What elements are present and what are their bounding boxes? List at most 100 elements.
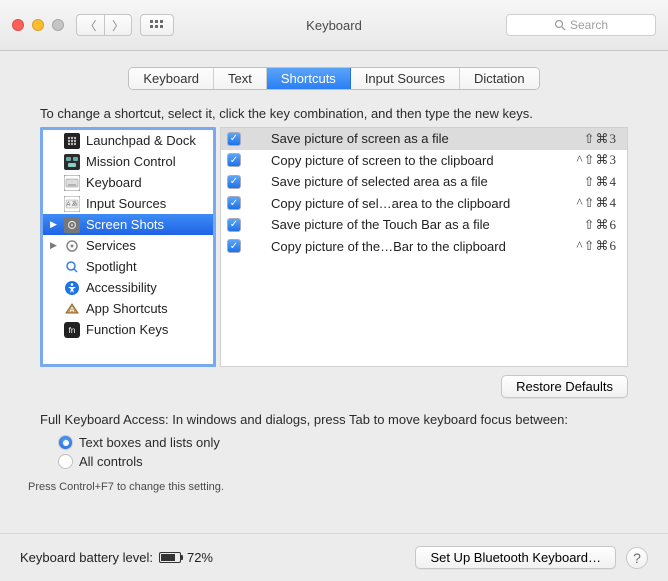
sidebar-item-launchpad-dock[interactable]: ▶ Launchpad & Dock	[43, 130, 213, 151]
shortcut-keys[interactable]: ^⇧⌘3	[577, 152, 618, 168]
sidebar-item-label: Spotlight	[86, 259, 137, 274]
tab-dictation[interactable]: Dictation	[460, 68, 539, 89]
enable-checkbox[interactable]: ✓	[227, 196, 241, 210]
disclosure-icon: ▶	[49, 135, 58, 146]
radio-label: All controls	[79, 454, 143, 469]
fkaccess-text: Full Keyboard Access: In windows and dia…	[40, 412, 628, 427]
shortcut-keys[interactable]: ^⇧⌘6	[577, 238, 618, 254]
shortcut-row[interactable]: ✓ Copy picture of sel…area to the clipboa…	[221, 193, 627, 215]
disclosure-icon: ▶	[49, 282, 58, 293]
tab-input-sources[interactable]: Input Sources	[351, 68, 460, 89]
mission-icon	[64, 154, 80, 170]
search-placeholder: Search	[570, 18, 608, 32]
fkaccess-option[interactable]: All controls	[58, 452, 628, 471]
restore-defaults-button[interactable]: Restore Defaults	[501, 375, 628, 398]
sidebar-item-services[interactable]: ▶ Services	[43, 235, 213, 256]
intro-text: To change a shortcut, select it, click t…	[0, 96, 668, 127]
disclosure-icon: ▶	[49, 156, 58, 167]
fkaccess-option[interactable]: Text boxes and lists only	[58, 433, 628, 452]
access-icon	[64, 280, 80, 296]
shortcut-keys[interactable]: ⇧⌘4	[584, 174, 617, 190]
sidebar-item-keyboard[interactable]: ▶ Keyboard	[43, 172, 213, 193]
shortcut-row[interactable]: ✓ Copy picture of the…Bar to the clipboar…	[221, 236, 627, 258]
shortcut-keys[interactable]: ^⇧⌘4	[577, 195, 618, 211]
shortcut-keys[interactable]: ⇧⌘3	[584, 131, 617, 147]
gear-icon	[64, 217, 80, 233]
tab-shortcuts[interactable]: Shortcuts	[267, 68, 351, 89]
zoom-icon[interactable]	[52, 19, 64, 31]
minimize-icon[interactable]	[32, 19, 44, 31]
sidebar-item-accessibility[interactable]: ▶ Accessibility	[43, 277, 213, 298]
forward-button[interactable]: 〉	[104, 14, 132, 36]
sidebar-item-spotlight[interactable]: ▶ Spotlight	[43, 256, 213, 277]
shortcut-row[interactable]: ✓ Save picture of the Touch Bar as a file…	[221, 214, 627, 236]
help-button[interactable]: ?	[626, 547, 648, 569]
sidebar-item-label: Screen Shots	[86, 217, 164, 232]
radio-label: Text boxes and lists only	[79, 435, 220, 450]
setup-bluetooth-button[interactable]: Set Up Bluetooth Keyboard…	[415, 546, 616, 569]
disclosure-icon: ▶	[49, 303, 58, 314]
footer: Keyboard battery level: 72% Set Up Bluet…	[0, 533, 668, 581]
sidebar-item-label: Accessibility	[86, 280, 157, 295]
fkaccess-hint: Press Control+F7 to change this setting.	[0, 471, 668, 493]
keyboard-icon	[64, 175, 80, 191]
back-button[interactable]: 〈	[76, 14, 104, 36]
battery-icon	[159, 552, 181, 563]
battery-percent: 72%	[187, 550, 213, 565]
launchpad-icon	[64, 133, 80, 149]
grid-icon	[150, 20, 164, 30]
tab-bar: KeyboardTextShortcutsInput SourcesDictat…	[0, 51, 668, 96]
shortcut-keys[interactable]: ⇧⌘6	[584, 217, 617, 233]
disclosure-icon: ▶	[49, 198, 58, 209]
svg-text:fn: fn	[69, 326, 76, 335]
battery-label: Keyboard battery level:	[20, 550, 153, 565]
gear2-icon	[64, 238, 80, 254]
tab-keyboard[interactable]: Keyboard	[129, 68, 214, 89]
shortcut-row[interactable]: ✓ Save picture of screen as a file ⇧⌘3	[221, 128, 627, 150]
sidebar-item-label: Input Sources	[86, 196, 166, 211]
shortcut-row[interactable]: ✓ Copy picture of screen to the clipboard…	[221, 150, 627, 172]
enable-checkbox[interactable]: ✓	[227, 153, 241, 167]
enable-checkbox[interactable]: ✓	[227, 132, 241, 146]
close-icon[interactable]	[12, 19, 24, 31]
sidebar-item-label: Services	[86, 238, 136, 253]
sidebar-item-label: Keyboard	[86, 175, 142, 190]
disclosure-icon: ▶	[49, 240, 58, 251]
category-sidebar[interactable]: ▶ Launchpad & Dock ▶ Mission Control ▶ Keyboa…	[40, 127, 216, 367]
fn-icon: fn	[64, 322, 80, 338]
enable-checkbox[interactable]: ✓	[227, 175, 241, 189]
sidebar-item-app-shortcuts[interactable]: ▶ A App Shortcuts	[43, 298, 213, 319]
tab-text[interactable]: Text	[214, 68, 267, 89]
shortcut-label: Copy picture of sel…area to the clipboar…	[251, 196, 567, 211]
apps-icon: A	[64, 301, 80, 317]
shortcut-label: Save picture of screen as a file	[251, 131, 574, 146]
search-icon	[554, 19, 566, 31]
enable-checkbox[interactable]: ✓	[227, 218, 241, 232]
sidebar-item-label: Function Keys	[86, 322, 168, 337]
input-icon: A あ	[64, 196, 80, 212]
sidebar-item-mission-control[interactable]: ▶ Mission Control	[43, 151, 213, 172]
sidebar-item-label: Launchpad & Dock	[86, 133, 196, 148]
show-all-button[interactable]	[140, 14, 174, 36]
shortcut-row[interactable]: ✓ Save picture of selected area as a file…	[221, 171, 627, 193]
disclosure-icon: ▶	[49, 261, 58, 272]
spotlight-icon	[64, 259, 80, 275]
sidebar-item-function-keys[interactable]: ▶fnFunction Keys	[43, 319, 213, 340]
search-field[interactable]: Search	[506, 14, 656, 36]
shortcut-list[interactable]: ✓ Save picture of screen as a file ⇧⌘3 ✓ Cop…	[220, 127, 628, 367]
radio-button[interactable]	[58, 435, 73, 450]
titlebar: 〈 〉 Keyboard Search	[0, 0, 668, 51]
sidebar-item-screen-shots[interactable]: ▶Screen Shots	[43, 214, 213, 235]
shortcut-label: Save picture of the Touch Bar as a file	[251, 217, 574, 232]
sidebar-item-label: App Shortcuts	[86, 301, 168, 316]
disclosure-icon: ▶	[49, 177, 58, 188]
shortcut-label: Save picture of selected area as a file	[251, 174, 574, 189]
shortcut-label: Copy picture of the…Bar to the clipboard	[251, 239, 567, 254]
shortcut-label: Copy picture of screen to the clipboard	[251, 153, 567, 168]
sidebar-item-input-sources[interactable]: ▶ A あ Input Sources	[43, 193, 213, 214]
enable-checkbox[interactable]: ✓	[227, 239, 241, 253]
nav-back-forward: 〈 〉	[76, 14, 132, 36]
svg-text:A: A	[70, 307, 75, 314]
radio-button[interactable]	[58, 454, 73, 469]
sidebar-item-label: Mission Control	[86, 154, 176, 169]
